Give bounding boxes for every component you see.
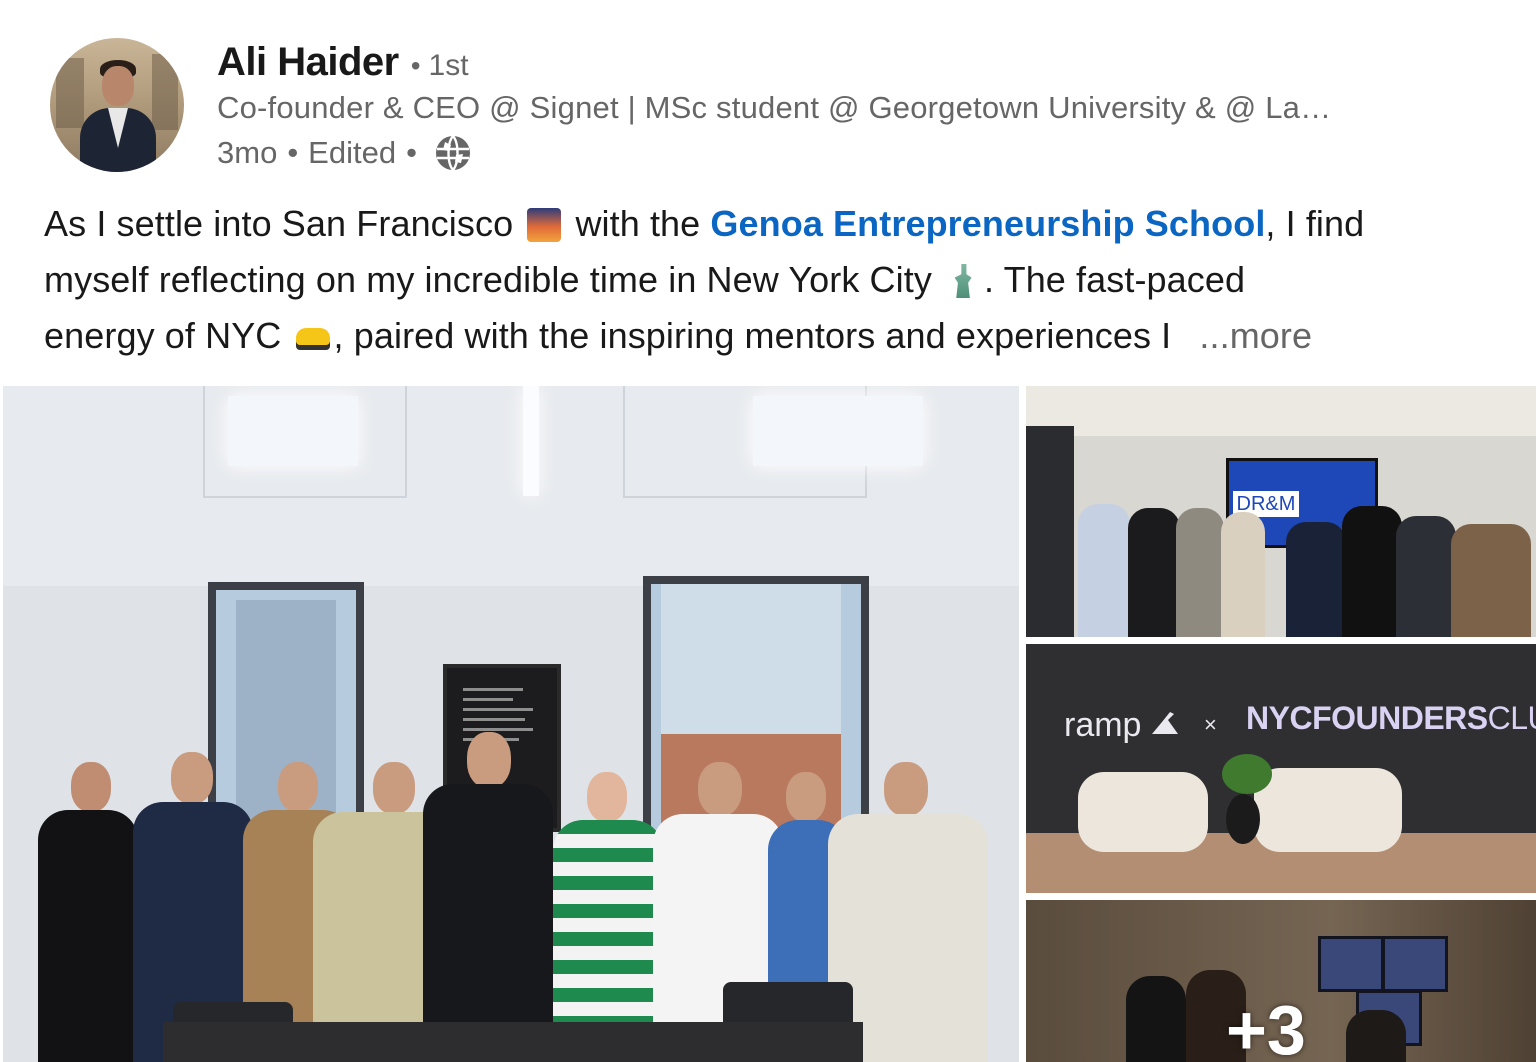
connection-degree: 1st (428, 49, 469, 82)
nfc-part: NYC (1246, 700, 1313, 736)
post-text-segment: with the (575, 203, 701, 244)
separator-dot: • (406, 135, 417, 170)
post-line-3: energy of NYC , paired with the inspirin… (44, 308, 1504, 364)
post-text-segment: myself reflecting on my incredible time … (44, 259, 932, 300)
post-age: 3mo (217, 135, 278, 170)
sunset-bridge-emoji (527, 208, 562, 242)
ramp-logo-text: ramp (1064, 706, 1142, 744)
post-body: As I settle into San Francisco with the … (44, 196, 1504, 364)
statue-of-liberty-emoji (954, 264, 972, 298)
collab-x: × (1204, 712, 1217, 737)
ramp-logo-icon (1152, 712, 1178, 734)
post-line-1: As I settle into San Francisco with the … (44, 196, 1504, 252)
gallery-photo-2[interactable]: DR&M (1026, 386, 1536, 637)
more-photos-count[interactable]: +3 (1226, 990, 1306, 1062)
main-photo[interactable] (3, 386, 1019, 1062)
author-headline: Co-founder & CEO @ Signet | MSc student … (217, 90, 1332, 125)
gallery-photo-3[interactable]: ramp × NYCFOUNDERSCLUB (1026, 644, 1536, 893)
founders-club-logo-text: NYCFOUNDERSCLUB (1246, 700, 1536, 737)
avatar[interactable] (50, 38, 184, 172)
post-text-segment: , I find (1265, 203, 1365, 244)
post-text-segment: . The fast-paced (984, 259, 1246, 300)
mention-link[interactable]: Genoa Entrepreneurship School (710, 203, 1265, 244)
edited-label: Edited (308, 135, 397, 170)
photo-gallery: DR&M ramp × NYCFOUNDERSCLUB (0, 386, 1536, 1062)
nfc-part: CLUB (1487, 700, 1536, 736)
post-line-2: myself reflecting on my incredible time … (44, 252, 1504, 308)
author-name[interactable]: Ali Haider (217, 40, 399, 85)
post-header: Ali Haider • 1st Co-founder & CEO @ Sign… (0, 0, 1536, 190)
globe-icon (435, 135, 470, 171)
nfc-part: FOUNDERS (1312, 700, 1488, 736)
post-text-segment: As I settle into San Francisco (44, 203, 514, 244)
post-meta: 3mo • Edited • (217, 133, 473, 173)
post-text-segment: energy of NYC (44, 315, 282, 356)
author-line: Ali Haider • 1st (217, 40, 469, 88)
separator-dot: • (287, 135, 299, 170)
post-text-segment: , paired with the inspiring mentors and … (333, 315, 1172, 356)
gallery-photo-4[interactable]: +3 (1026, 900, 1536, 1062)
taxi-emoji (295, 328, 330, 350)
see-more-link[interactable]: ...more (1199, 315, 1312, 356)
separator-dot: • (410, 50, 421, 81)
